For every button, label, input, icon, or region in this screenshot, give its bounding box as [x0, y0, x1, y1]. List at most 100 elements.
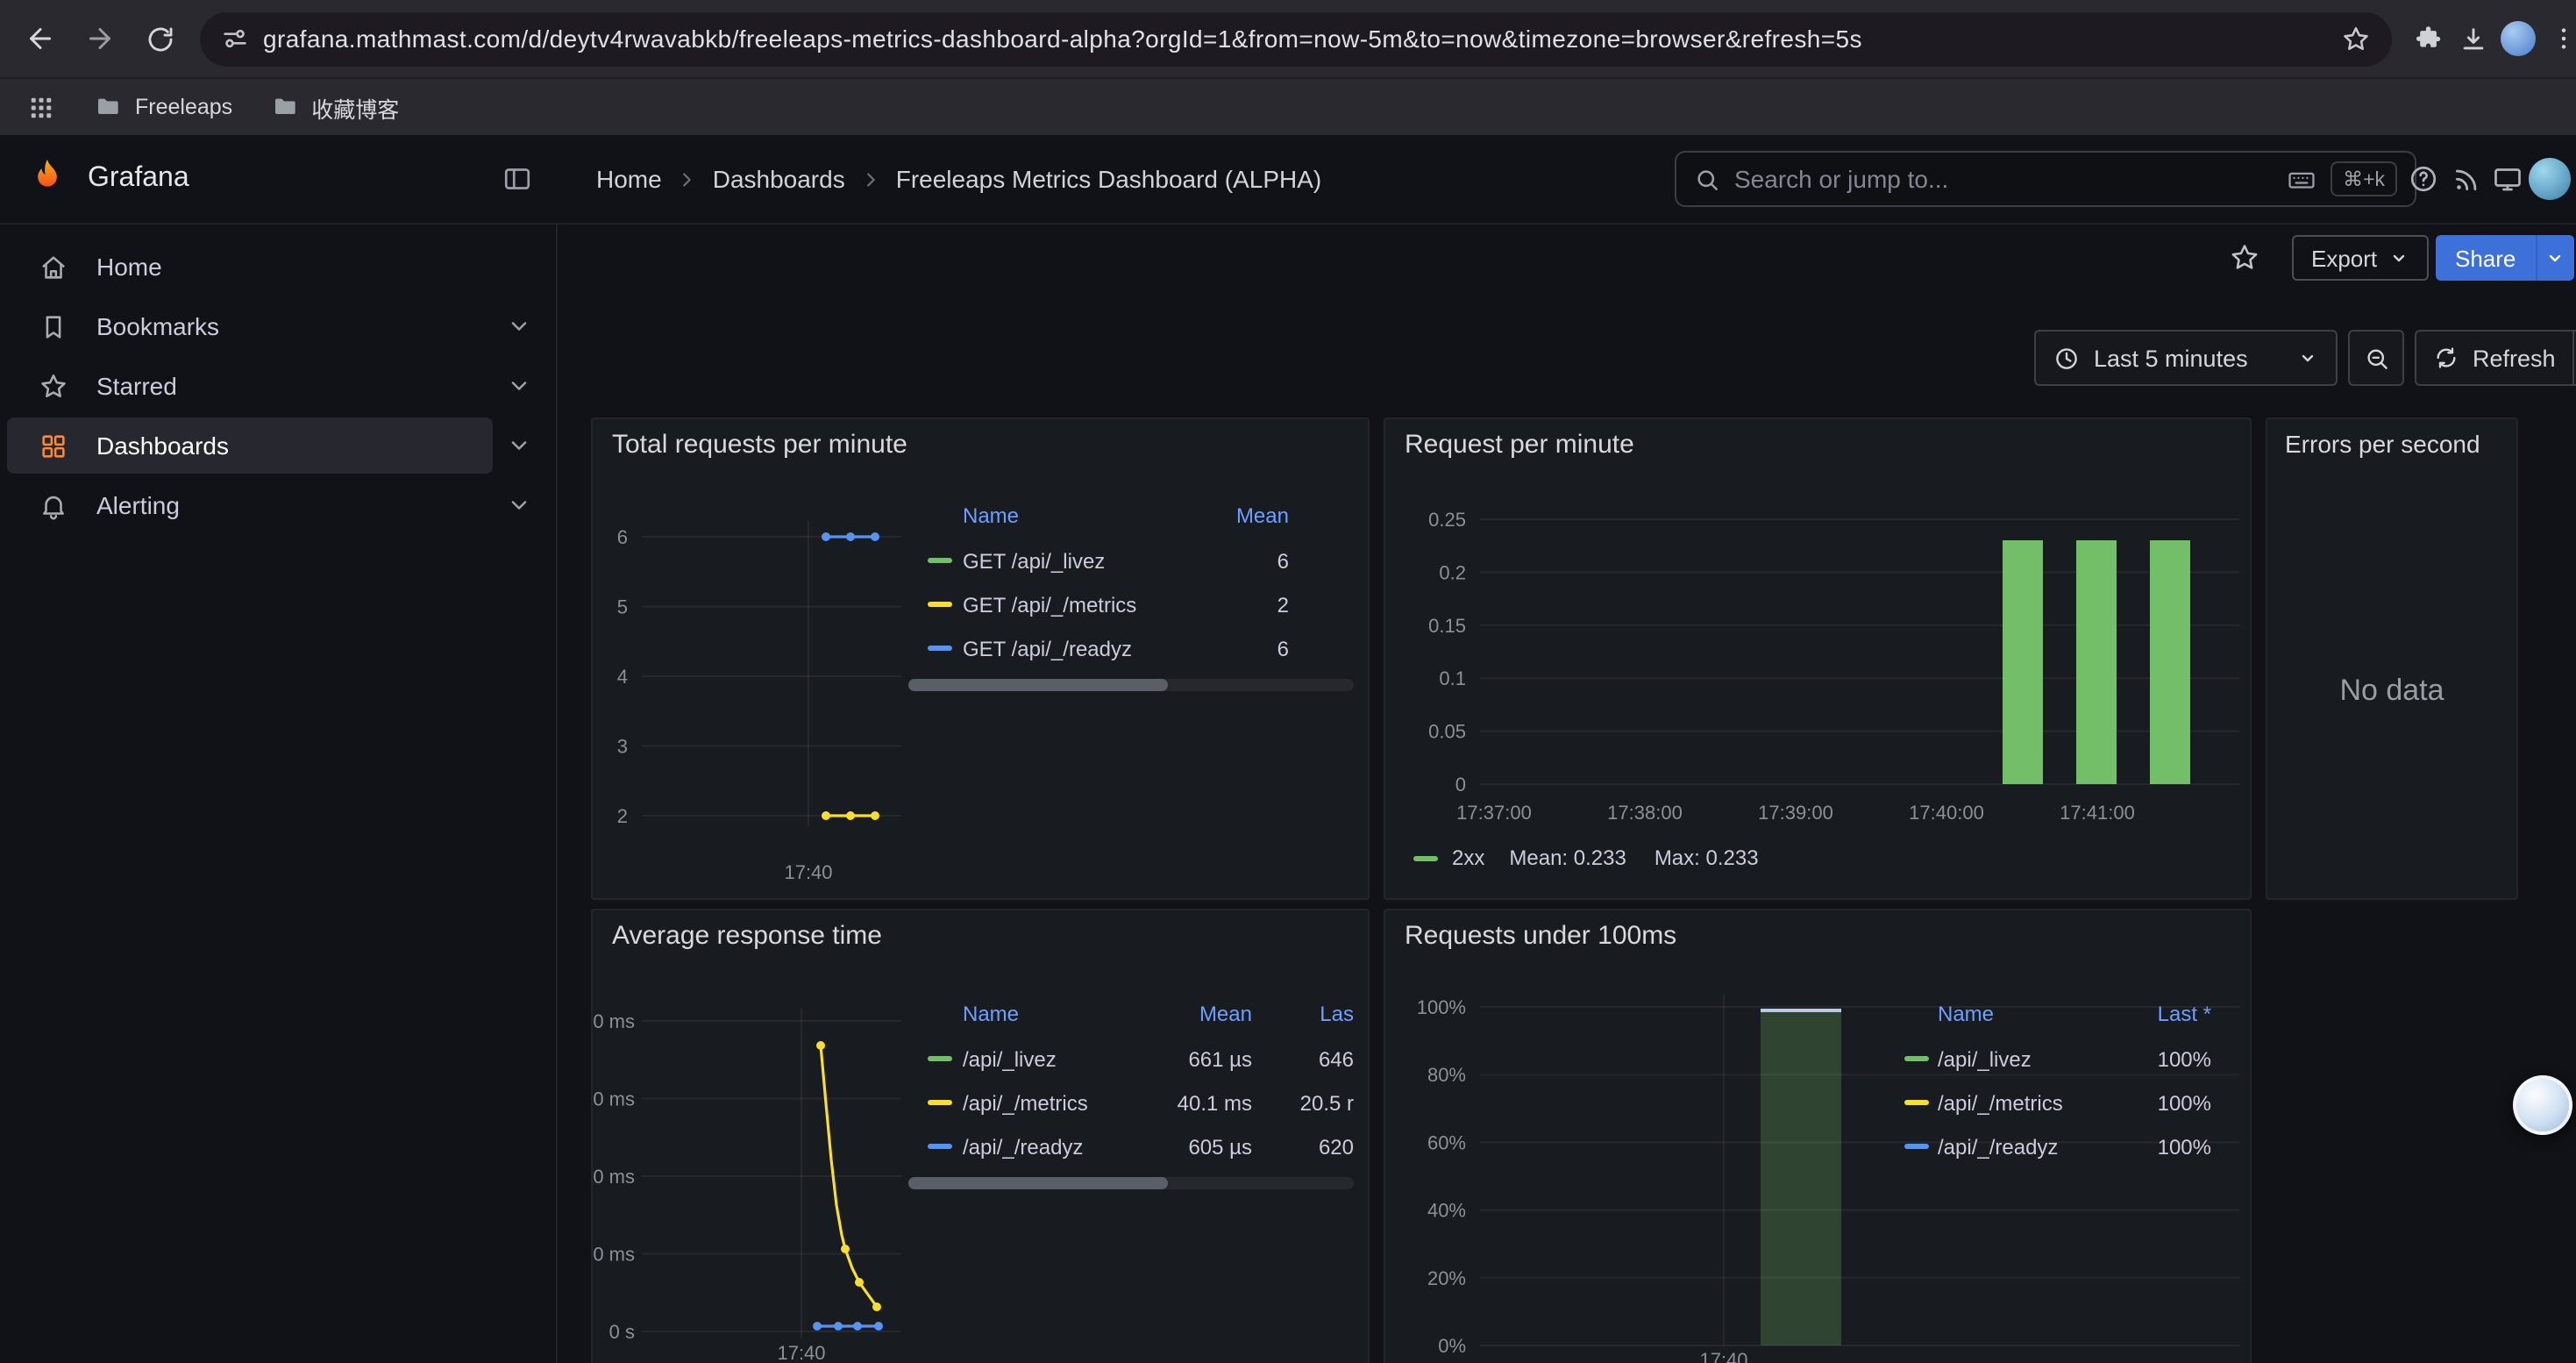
grafana-body: Home Bookmarks Starred	[0, 225, 2576, 1363]
dock-menu-button[interactable]	[502, 163, 533, 195]
legend-row[interactable]: GET /api/_livez 6	[908, 539, 1354, 582]
zoom-out-time-button[interactable]	[2348, 330, 2404, 386]
legend-row[interactable]: /api/_livez 100%	[1904, 1037, 2220, 1081]
panel-title[interactable]: Total requests per minute	[612, 430, 907, 460]
rss-icon	[2451, 164, 2480, 194]
series-swatch	[1904, 1144, 1929, 1149]
legend-row[interactable]: /api/_/readyz 100%	[1904, 1124, 2220, 1168]
bell-icon	[39, 490, 68, 520]
extensions-button[interactable]	[2406, 14, 2448, 63]
sidebar-item-dashboards[interactable]: Dashboards	[7, 417, 493, 474]
sidebar-item-label: Dashboards	[96, 432, 229, 460]
legend-header-name[interactable]: Name	[1938, 1002, 2113, 1026]
forward-button[interactable]	[74, 12, 126, 65]
url-bar[interactable]: grafana.mathmast.com/d/deytv4rwavabkb/fr…	[200, 11, 2392, 66]
legend-header-last[interactable]: Las	[1252, 1002, 1354, 1026]
apps-grid-button[interactable]	[25, 82, 56, 132]
share-options-caret[interactable]	[2535, 235, 2573, 281]
breadcrumb-home[interactable]: Home	[596, 165, 662, 193]
legend-scrollbar[interactable]	[908, 679, 1354, 691]
breadcrumb-dashboards[interactable]: Dashboards	[713, 165, 845, 193]
star-icon	[39, 371, 68, 401]
browser-menu-button[interactable]	[2543, 14, 2576, 63]
news-button[interactable]	[2448, 161, 2483, 196]
favorite-dashboard-button[interactable]	[2229, 242, 2260, 274]
sidebar-item-starred[interactable]: Starred	[7, 358, 493, 414]
scrollbar-thumb[interactable]	[908, 1177, 1168, 1189]
chevron-down-icon	[507, 374, 531, 398]
expand-bookmarks-chevron[interactable]	[500, 307, 538, 346]
zoom-out-icon	[2363, 345, 2389, 371]
bookmark-folder-freeleaps[interactable]: Freeleaps	[95, 93, 232, 121]
panel-request-per-minute: Request per minute 0.25 0.2 0.15 0.1 0.0…	[1384, 417, 2252, 900]
bookmark-folder-blogs[interactable]: 收藏博客	[271, 90, 399, 124]
sidebar-item-bookmarks[interactable]: Bookmarks	[7, 298, 493, 354]
legend-row[interactable]: /api/_/metrics 40.1 ms 20.5 r	[908, 1081, 1354, 1124]
panel-title[interactable]: Requests under 100ms	[1405, 921, 1676, 951]
keyboard-icon	[2287, 164, 2316, 194]
back-button[interactable]	[14, 12, 67, 65]
legend-row[interactable]: /api/_/readyz 605 µs 620	[908, 1124, 1354, 1168]
user-avatar[interactable]	[2529, 158, 2571, 200]
downloads-button[interactable]	[2451, 14, 2494, 63]
refresh-button[interactable]: Refresh	[2416, 332, 2573, 384]
breadcrumb-current: Freeleaps Metrics Dashboard (ALPHA)	[896, 165, 1322, 193]
legend-header-mean[interactable]: Mean	[1140, 1002, 1252, 1026]
legend-header-name[interactable]: Name	[963, 503, 1184, 528]
panel-title[interactable]: Errors per second	[2285, 430, 2480, 458]
panel-total-requests: Total requests per minute 6 5 4 3 2 17:4…	[591, 417, 1370, 900]
legend-scrollbar[interactable]	[908, 1177, 1354, 1189]
legend-row[interactable]: GET /api/_/metrics 2	[908, 582, 1354, 626]
series-max: Max: 0.233	[1654, 846, 1759, 870]
legend-row[interactable]: GET /api/_/readyz 6	[908, 626, 1354, 670]
expand-dashboards-chevron[interactable]	[500, 426, 538, 465]
panel-title[interactable]: Average response time	[612, 921, 882, 951]
svg-text:20%: 20%	[1427, 1267, 1466, 1289]
sidebar-header: Grafana	[0, 135, 558, 223]
grafana-logo[interactable]	[25, 156, 70, 202]
sidebar-item-alerting[interactable]: Alerting	[7, 477, 493, 533]
profile-button[interactable]	[2497, 14, 2539, 63]
panel-errors-per-second: Errors per second No data	[2266, 417, 2518, 900]
bookmark-star-icon[interactable]	[2341, 24, 2371, 54]
panel-title[interactable]: Request per minute	[1405, 430, 1634, 460]
legend-table: Name Mean Las /api/_livez 661 µs 646 /ap…	[908, 995, 1354, 1168]
time-range-picker[interactable]: Last 5 minutes	[2034, 330, 2338, 386]
svg-text:17:37:00: 17:37:00	[1456, 802, 1532, 824]
svg-text:17:38:00: 17:38:00	[1607, 802, 1683, 824]
bookmarks-bar: Freeleaps 收藏博客	[0, 77, 2576, 135]
reload-button[interactable]	[133, 12, 186, 65]
apps-grid-icon	[27, 94, 53, 120]
floating-assistant-avatar[interactable]	[2513, 1075, 2572, 1135]
dock-sidebar-icon	[502, 163, 533, 195]
series-mean: Mean: 0.233	[1509, 846, 1626, 870]
series-swatch	[928, 1100, 952, 1105]
total-requests-chart: 6 5 4 3 2 17:40	[593, 482, 908, 896]
svg-text:0 s: 0 s	[609, 1321, 635, 1343]
share-button[interactable]: Share	[2436, 235, 2535, 281]
expand-starred-chevron[interactable]	[500, 367, 538, 405]
legend-row[interactable]: 2xx Mean: 0.233 Max: 0.233	[1413, 846, 1759, 870]
svg-text:0%: 0%	[1438, 1335, 1466, 1357]
legend-header: Name Mean	[908, 496, 1354, 535]
legend-header-name[interactable]: Name	[963, 1002, 1140, 1026]
sidebar-item-home[interactable]: Home	[7, 239, 493, 295]
legend-table: Name Mean GET /api/_livez 6 GET /api/_/m…	[908, 496, 1354, 670]
scrollbar-thumb[interactable]	[908, 679, 1168, 691]
help-button[interactable]	[2406, 161, 2441, 196]
expand-alerting-chevron[interactable]	[500, 486, 538, 525]
refresh-interval-caret[interactable]	[2573, 332, 2576, 384]
star-outline-icon	[2229, 242, 2260, 274]
search-input[interactable]: Search or jump to... ⌘+k	[1675, 151, 2416, 207]
legend-row[interactable]: /api/_livez 661 µs 646	[908, 1037, 1354, 1081]
legend-header-last[interactable]: Last *	[2113, 1002, 2220, 1026]
search-icon	[1694, 166, 1720, 192]
export-button[interactable]: Export	[2292, 235, 2428, 281]
legend-header-mean[interactable]: Mean	[1184, 503, 1289, 528]
grafana-top-nav: Grafana Home Dashboards Freeleaps Metric…	[0, 135, 2576, 225]
site-info-icon[interactable]	[221, 25, 249, 53]
series-name: 2xx	[1452, 846, 1484, 870]
download-icon	[2458, 24, 2487, 54]
legend-row[interactable]: /api/_/metrics 100%	[1904, 1081, 2220, 1124]
tv-mode-button[interactable]	[2490, 161, 2525, 196]
